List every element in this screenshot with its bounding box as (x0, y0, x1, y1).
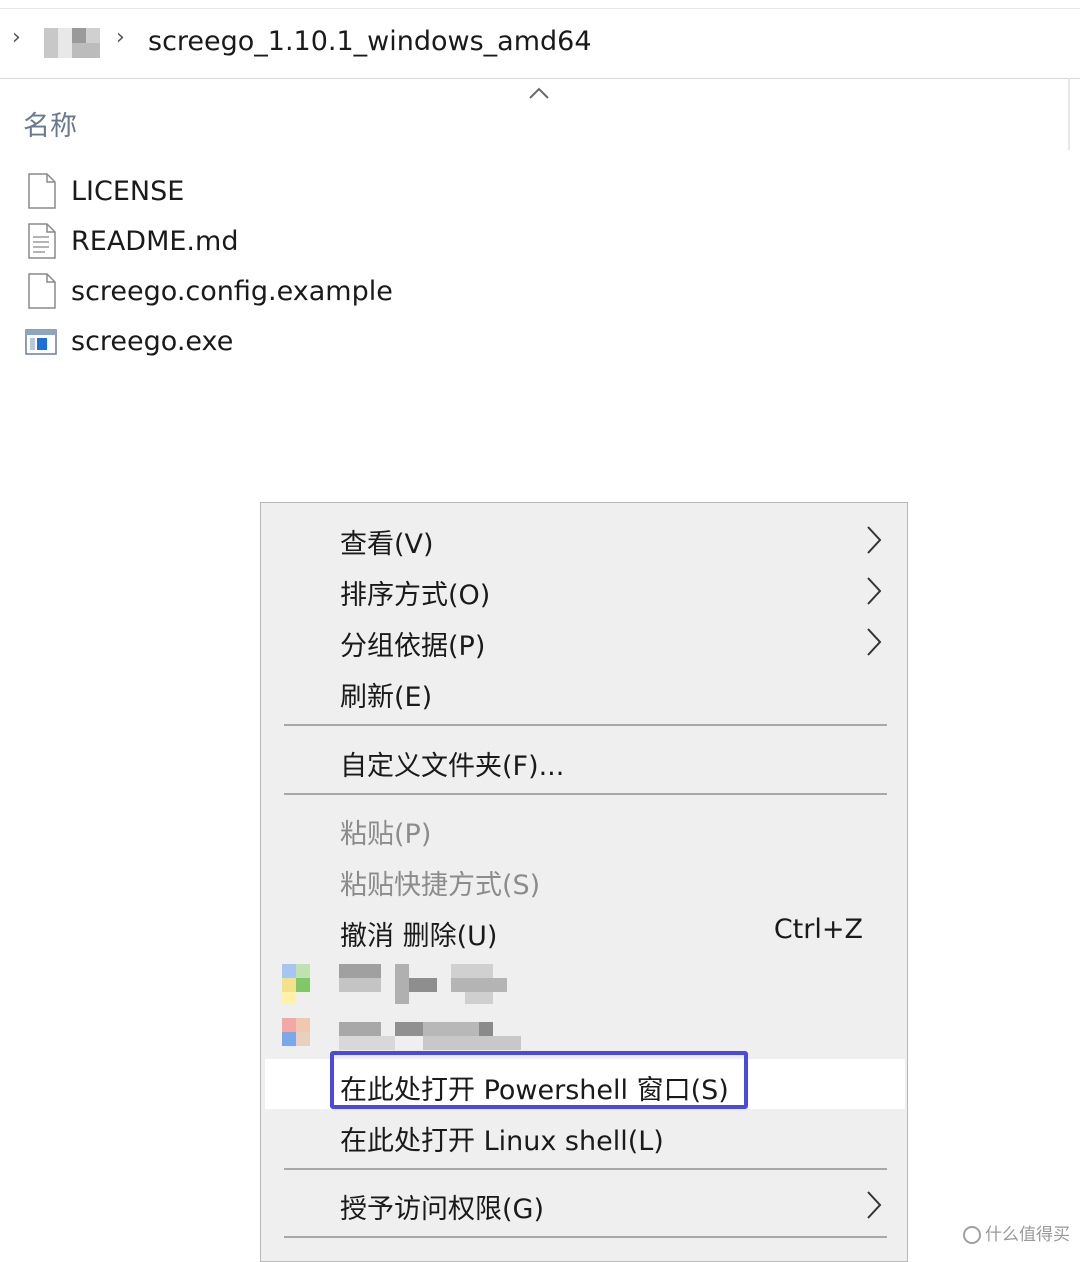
menu-item-label: 撤消 删除(U) (340, 921, 498, 952)
highlight-annotation-box (330, 1051, 748, 1109)
menu-item-give-access[interactable]: 授予访问权限(G) (261, 1178, 907, 1228)
menu-item-sort-by[interactable]: 排序方式(O) (261, 564, 907, 614)
column-header-name[interactable]: 名称 (23, 104, 77, 143)
file-name: screego.config.example (71, 275, 393, 307)
submenu-arrow-icon (867, 628, 882, 656)
menu-item-label: 自定义文件夹(F)... (340, 751, 565, 782)
menu-item-label: 粘贴(P) (340, 819, 432, 850)
menu-item-paste-shortcut: 粘贴快捷方式(S) (261, 854, 907, 904)
menu-item-label: 刷新(E) (340, 682, 433, 713)
menu-item-redacted[interactable] (261, 958, 907, 1008)
watermark-text: 什么值得买 (985, 1225, 1070, 1245)
menu-item-paste: 粘贴(P) (261, 803, 907, 853)
menu-item-undo-delete[interactable]: 撤消 删除(U) Ctrl+Z (261, 905, 907, 955)
menu-item-customize-folder[interactable]: 自定义文件夹(F)... (261, 735, 907, 785)
menu-item-label: 查看(V) (340, 529, 434, 560)
submenu-arrow-icon (867, 577, 882, 605)
menu-item-refresh[interactable]: 刷新(E) (261, 666, 907, 716)
breadcrumb-current-folder[interactable]: screego_1.10.1_windows_amd64 (148, 26, 592, 57)
chevron-right-icon[interactable]: › (12, 27, 21, 49)
address-bar[interactable]: › › screego_1.10.1_windows_amd64 (0, 0, 1080, 79)
file-item[interactable]: screego.config.example (25, 271, 445, 311)
file-item[interactable]: LICENSE (25, 171, 445, 211)
menu-separator (284, 793, 887, 795)
exe-file-icon (25, 329, 57, 355)
blank-file-icon (28, 173, 56, 209)
menu-separator (284, 724, 887, 726)
file-item[interactable]: README.md (25, 221, 445, 261)
menu-item-shortcut: Ctrl+Z (773, 914, 863, 945)
file-name: README.md (71, 225, 239, 257)
watermark-logo-icon (963, 1226, 981, 1244)
menu-item-group-by[interactable]: 分组依据(P) (261, 615, 907, 665)
column-divider (1068, 78, 1070, 150)
blurred-path-segment[interactable] (44, 28, 102, 58)
menu-separator (284, 1236, 887, 1238)
menu-item-label: 排序方式(O) (340, 580, 491, 611)
watermark: 什么值得买 (963, 1220, 1070, 1245)
top-divider (0, 8, 1080, 9)
submenu-arrow-icon (867, 1191, 882, 1219)
menu-separator (284, 1168, 887, 1170)
context-menu: 查看(V) 排序方式(O) 分组依据(P) 刷新(E) 自定义文件夹(F)...… (260, 502, 908, 1262)
menu-item-label: 分组依据(P) (340, 631, 486, 662)
menu-item-label: 粘贴快捷方式(S) (340, 870, 541, 901)
file-item[interactable]: screego.exe (25, 321, 445, 361)
menu-item-label: 在此处打开 Linux shell(L) (340, 1126, 664, 1157)
menu-item-view[interactable]: 查看(V) (261, 513, 907, 563)
text-file-icon (28, 223, 56, 259)
file-name: LICENSE (71, 175, 185, 207)
chevron-right-icon[interactable]: › (116, 27, 125, 49)
blank-file-icon (28, 273, 56, 309)
file-name: screego.exe (71, 325, 234, 357)
menu-item-open-linux-shell[interactable]: 在此处打开 Linux shell(L) (261, 1110, 907, 1160)
sort-ascending-icon (529, 87, 549, 99)
menu-item-label: 授予访问权限(G) (340, 1194, 544, 1225)
submenu-arrow-icon (867, 526, 882, 554)
